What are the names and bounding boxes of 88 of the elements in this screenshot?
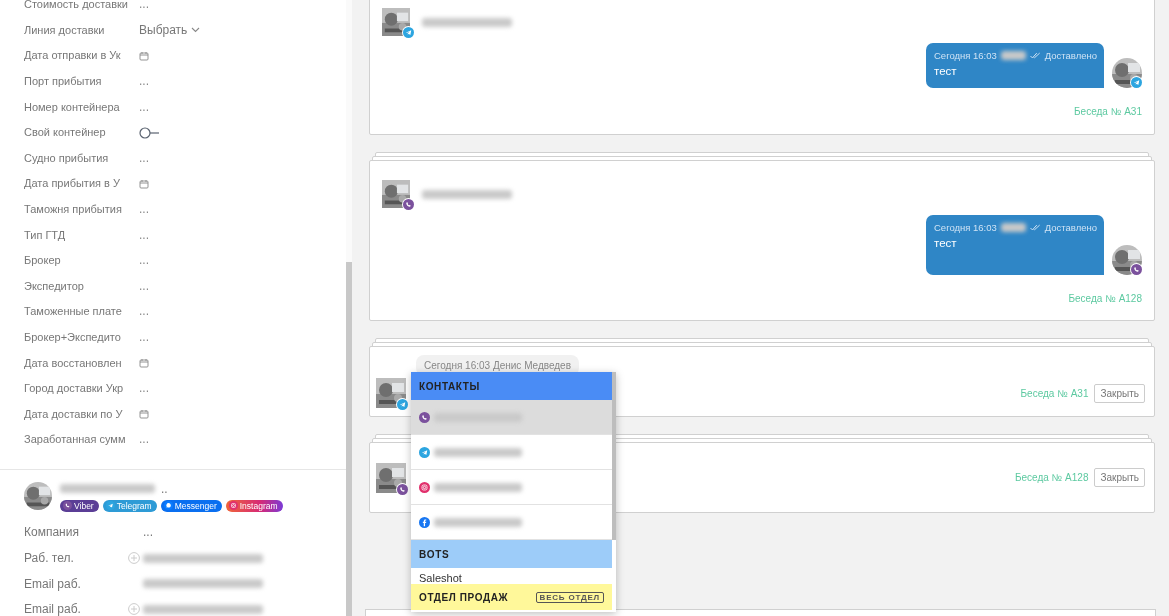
field-label: Email раб.: [24, 602, 82, 616]
contact-item[interactable]: [411, 505, 612, 540]
blurred-author: [1000, 51, 1027, 60]
message-status: Доставлено: [1044, 222, 1097, 233]
field-label: Экспедитор: [24, 278, 85, 294]
blurred-author: [1000, 223, 1027, 232]
phone-icon: [63, 501, 72, 511]
phone-icon: [1131, 264, 1142, 275]
field-value[interactable]: ...: [139, 381, 149, 397]
field-label: Таможня прибытия: [24, 202, 123, 218]
conversation-link[interactable]: Беседа № A128: [1014, 472, 1089, 483]
field-label: Порт прибытия: [24, 74, 103, 90]
message-time: Сегодня 16:03: [934, 50, 997, 61]
paper-plane-icon: [397, 399, 408, 410]
whole-department-button[interactable]: ВЕСЬ ОТДЕЛ: [535, 591, 604, 603]
contact-item[interactable]: [411, 470, 612, 505]
field-value[interactable]: ...: [139, 432, 149, 448]
phone-icon: [403, 199, 414, 210]
message-status: Доставлено: [1044, 50, 1097, 61]
chat-icon: [163, 501, 173, 511]
close-button[interactable]: Закрыть: [1094, 468, 1145, 487]
tag-label: Telegram: [116, 500, 152, 511]
conversation-link[interactable]: Беседа № A31: [1020, 387, 1089, 399]
field-label: Стоимость доставки: [24, 0, 129, 13]
select-dropdown[interactable]: Выбрать: [139, 22, 201, 38]
field-label: Дата восстановлен: [24, 355, 123, 371]
paper-plane-icon: [1131, 77, 1142, 88]
field-value[interactable]: ...: [139, 74, 149, 90]
field-label: Тип ГТД: [24, 227, 67, 243]
tag-label: Viber: [74, 500, 94, 511]
field-label: Раб. тел.: [24, 551, 75, 566]
camera-icon: [228, 501, 238, 511]
field-label: Компания: [24, 525, 80, 540]
field-label: Email раб.: [24, 576, 82, 591]
field-value[interactable]: ...: [139, 227, 149, 243]
field-value[interactable]: ...: [139, 253, 149, 269]
calendar-icon[interactable]: [139, 178, 149, 189]
add-icon[interactable]: [128, 552, 140, 565]
toggle-switch[interactable]: [139, 126, 161, 139]
field-value[interactable]: ...: [139, 150, 149, 166]
field-label: Заработанная сумм: [24, 432, 127, 448]
message-time: Сегодня 16:03: [934, 222, 997, 233]
field-value[interactable]: ...: [139, 202, 149, 218]
tag-label: Messenger: [174, 500, 217, 511]
field-label: Дата доставки по У: [24, 406, 124, 422]
section-header: ОТДЕЛ ПРОДАЖ: [419, 591, 509, 603]
tag-label: Instagram: [239, 500, 278, 511]
circle-logo-icon: [419, 516, 430, 528]
field-label: Линия доставки: [24, 22, 106, 38]
chevron-icon: [191, 27, 201, 34]
contact-item[interactable]: [411, 435, 612, 470]
field-label: Дата прибытия в У: [24, 176, 121, 192]
field-label: Таможенные плате: [24, 304, 123, 320]
field-label: Свой контейнер: [24, 125, 107, 141]
message-text: тест: [934, 237, 958, 249]
contact-item[interactable]: [411, 400, 612, 435]
paper-plane-icon: [403, 27, 414, 38]
double-check-icon: [1030, 52, 1041, 59]
scrollbar[interactable]: [346, 262, 352, 616]
message-text: тест: [934, 65, 958, 77]
menu-scrollbar[interactable]: [612, 372, 616, 540]
close-button[interactable]: Закрыть: [1094, 383, 1145, 403]
field-label: Брокер: [24, 253, 62, 269]
field-value[interactable]: ...: [139, 304, 149, 320]
field-label: Дата отправки в Ук: [24, 48, 122, 64]
camera-icon: [419, 481, 430, 493]
more-text: ..: [161, 481, 168, 496]
calendar-icon[interactable]: [139, 409, 149, 420]
field-value[interactable]: ...: [139, 330, 149, 345]
field-label: Город доставки Укр: [24, 381, 125, 397]
section-header: BOTS: [411, 540, 612, 568]
field-label: Брокер+Экспедито: [24, 330, 122, 345]
calendar-icon[interactable]: [139, 358, 149, 369]
calendar-icon[interactable]: [139, 51, 149, 61]
field-value[interactable]: ...: [139, 278, 149, 294]
double-check-icon: [1030, 224, 1041, 231]
add-icon[interactable]: [128, 603, 140, 616]
field-value[interactable]: ...: [139, 0, 149, 13]
field-value[interactable]: ...: [139, 99, 149, 115]
section-header: КОНТАКТЫ: [411, 372, 612, 400]
phone-icon: [419, 411, 430, 423]
field-label: Номер контейнера: [24, 99, 121, 115]
field-label: Судно прибытия: [24, 150, 110, 166]
conversation-link[interactable]: Беседа № A128: [1068, 293, 1142, 304]
field-value[interactable]: ...: [143, 525, 153, 540]
phone-icon: [397, 483, 408, 495]
paper-plane-icon: [419, 446, 430, 458]
conversation-link[interactable]: Беседа № A31: [1074, 106, 1142, 117]
